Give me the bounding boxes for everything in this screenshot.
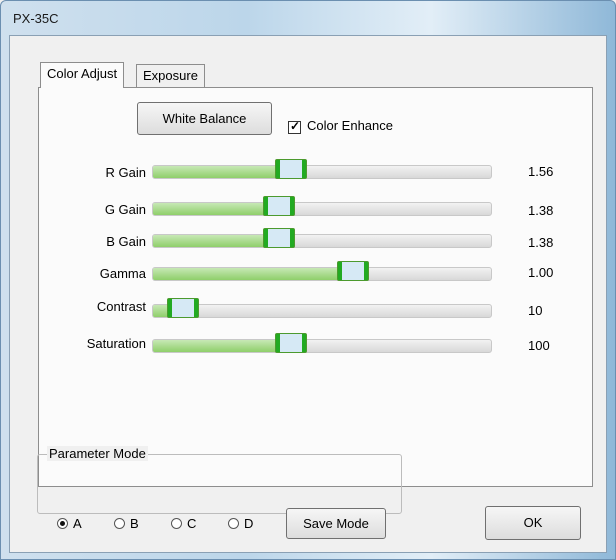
slider-fill xyxy=(153,166,292,178)
gamma-slider[interactable] xyxy=(152,261,492,284)
contrast-label: Contrast xyxy=(96,299,146,314)
mode-radio-d-label: D xyxy=(244,516,254,531)
slider-track xyxy=(152,304,492,318)
dialog-window: PX-35C Color Adjust Exposure White Balan… xyxy=(0,0,616,560)
slider-thumb[interactable] xyxy=(275,333,307,353)
slider-track xyxy=(152,339,492,353)
g-gain-slider[interactable] xyxy=(152,196,492,219)
ok-button[interactable]: OK xyxy=(485,506,581,540)
mode-radio-c-label: C xyxy=(187,516,197,531)
r-gain-slider[interactable] xyxy=(152,159,492,182)
slider-track xyxy=(152,267,492,281)
slider-thumb[interactable] xyxy=(167,298,199,318)
mode-radio-a-label: A xyxy=(73,516,82,531)
b-gain-label: B Gain xyxy=(106,234,146,249)
gamma-value: 1.00 xyxy=(528,265,554,280)
slider-track xyxy=(152,165,492,179)
slider-fill xyxy=(153,340,292,352)
save-mode-button[interactable]: Save Mode xyxy=(286,508,386,539)
slider-track xyxy=(152,234,492,248)
title-bar[interactable]: PX-35C xyxy=(1,1,615,35)
slider-fill xyxy=(153,203,280,215)
slider-thumb[interactable] xyxy=(263,228,295,248)
b-gain-slider[interactable] xyxy=(152,228,492,251)
slider-fill xyxy=(153,235,280,247)
slider-thumb[interactable] xyxy=(275,159,307,179)
gamma-label: Gamma xyxy=(99,266,146,281)
slider-fill xyxy=(153,268,354,280)
parameter-mode-group xyxy=(37,454,402,514)
color-enhance-checkbox[interactable] xyxy=(288,119,301,134)
tab-color-adjust[interactable]: Color Adjust xyxy=(40,62,125,88)
g-gain-value: 1.38 xyxy=(528,203,554,218)
mode-radio-a[interactable]: A xyxy=(57,516,82,531)
tab-exposure[interactable]: Exposure xyxy=(136,64,205,88)
saturation-label: Saturation xyxy=(86,336,146,351)
b-gain-value: 1.38 xyxy=(528,235,554,250)
color-enhance-label: Color Enhance xyxy=(307,118,393,133)
mode-radio-b-label: B xyxy=(130,516,139,531)
color-adjust-panel xyxy=(38,87,593,487)
parameter-mode-title: Parameter Mode xyxy=(47,446,148,461)
mode-radio-c[interactable]: C xyxy=(171,516,196,531)
slider-thumb[interactable] xyxy=(337,261,369,281)
radio-dot[interactable] xyxy=(114,518,125,529)
saturation-value: 100 xyxy=(528,338,550,353)
contrast-value: 10 xyxy=(528,303,543,318)
r-gain-value: 1.56 xyxy=(528,164,554,179)
saturation-slider[interactable] xyxy=(152,333,492,356)
mode-radio-d[interactable]: D xyxy=(228,516,253,531)
white-balance-button[interactable]: White Balance xyxy=(137,102,272,135)
radio-dot[interactable] xyxy=(57,518,68,529)
window-title: PX-35C xyxy=(13,11,59,26)
slider-track xyxy=(152,202,492,216)
r-gain-label: R Gain xyxy=(105,165,146,180)
mode-radio-b[interactable]: B xyxy=(114,516,139,531)
radio-dot[interactable] xyxy=(228,518,239,529)
g-gain-label: G Gain xyxy=(104,202,146,217)
slider-thumb[interactable] xyxy=(263,196,295,216)
radio-dot[interactable] xyxy=(171,518,182,529)
contrast-slider[interactable] xyxy=(152,298,492,321)
